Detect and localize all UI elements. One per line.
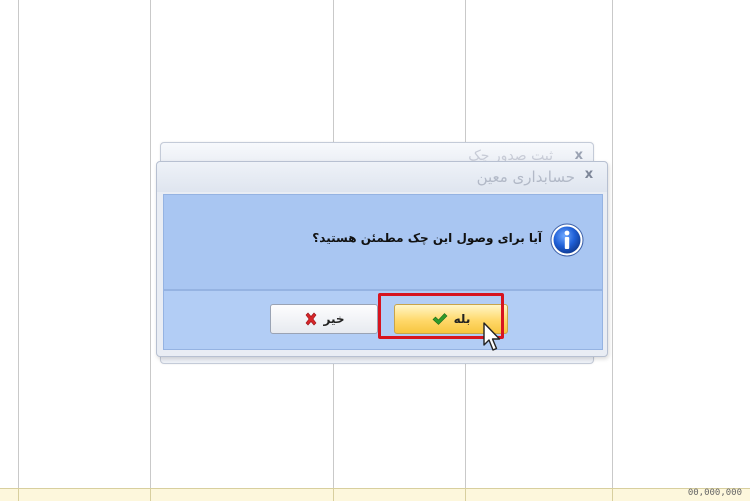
- grid-column-line: [612, 0, 613, 488]
- dialog-titlebar[interactable]: حسابداری معین x: [157, 162, 607, 192]
- grid-footer-row: 00,000,000: [0, 488, 750, 501]
- grid-column-line: [150, 0, 151, 488]
- no-button[interactable]: خیر: [270, 304, 378, 334]
- close-icon[interactable]: x: [581, 167, 597, 183]
- footer-value: 00,000,000: [687, 488, 742, 498]
- dialog-title: حسابداری معین: [476, 168, 575, 186]
- dialog-message-area: آیا برای وصول این چک مطمئن هستید؟: [163, 194, 603, 290]
- dialog-message: آیا برای وصول این چک مطمئن هستید؟: [312, 231, 542, 245]
- mouse-cursor-icon: [483, 322, 501, 351]
- cross-icon: [305, 312, 316, 326]
- grid-column-line: [18, 0, 19, 488]
- info-icon: [550, 223, 584, 257]
- no-button-label: خیر: [323, 312, 345, 326]
